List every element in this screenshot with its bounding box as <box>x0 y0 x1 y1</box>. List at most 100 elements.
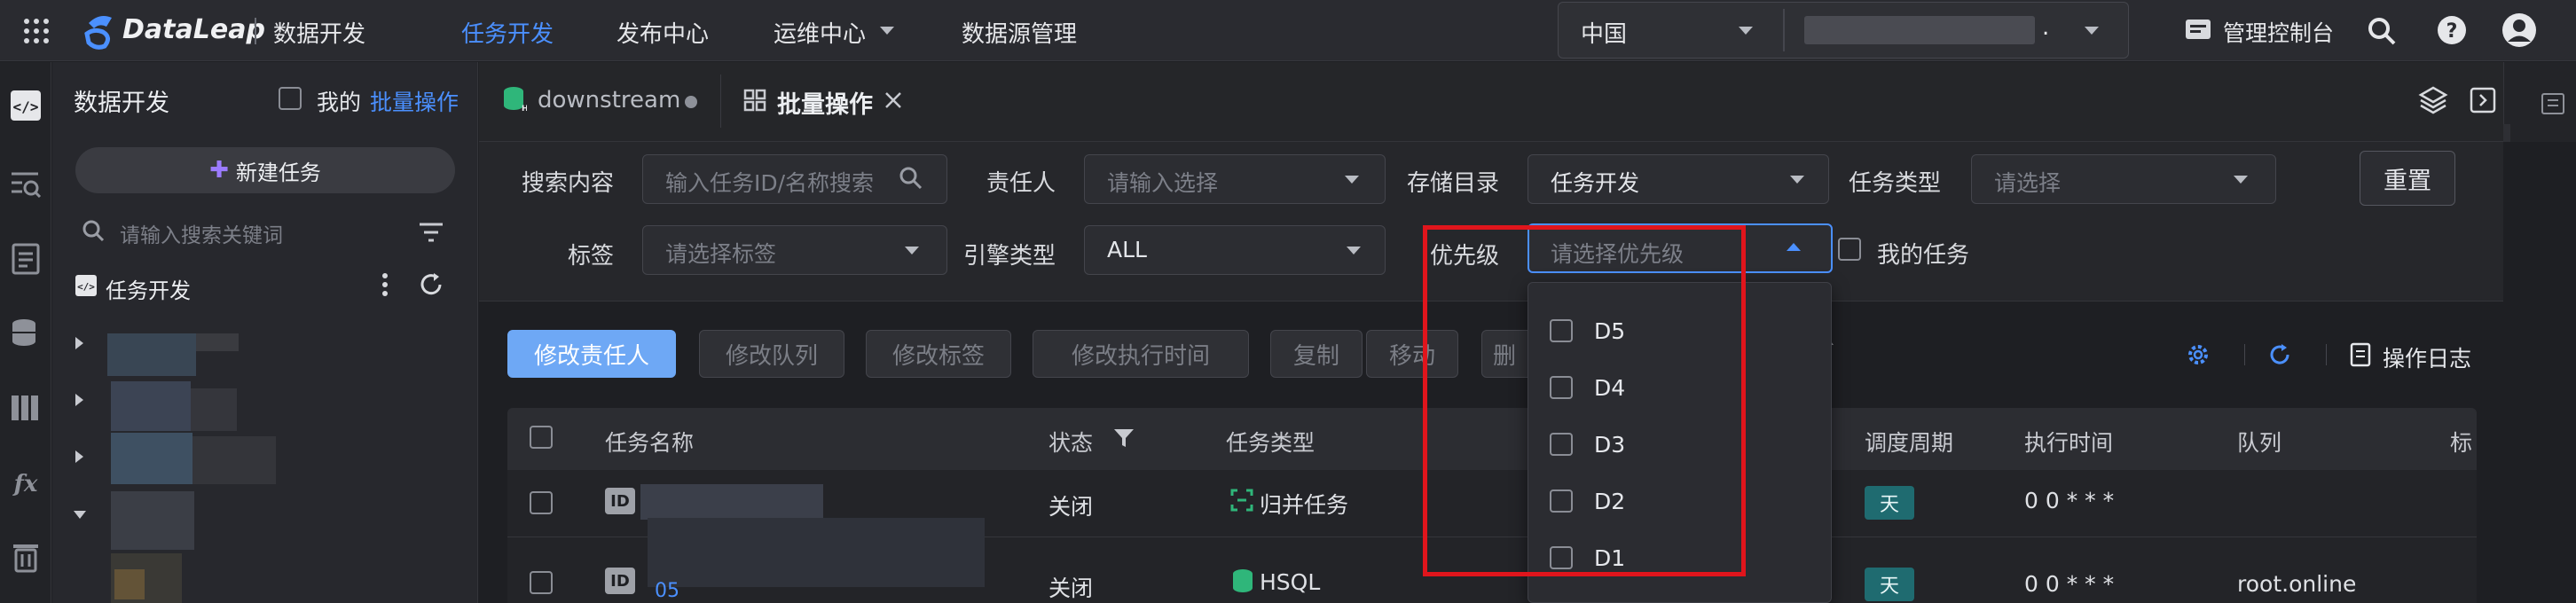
change-tag-button[interactable]: 修改标签 <box>866 330 1011 378</box>
brand-name: DataLeap <box>122 14 265 45</box>
action-divider <box>2326 344 2327 365</box>
owner-chevron-down-icon <box>1345 176 1359 184</box>
batch-operation-link[interactable]: 批量操作 <box>370 85 459 117</box>
brand-divider <box>255 18 256 44</box>
tab-downstream[interactable]: H downstream <box>479 62 720 142</box>
id-badge: ID <box>605 568 635 594</box>
collapse-panel-icon[interactable] <box>2470 87 2496 114</box>
account-redacted <box>1804 16 2035 44</box>
help-icon[interactable]: ? <box>2436 14 2468 46</box>
library-icon[interactable] <box>8 390 43 426</box>
row-checkbox[interactable] <box>530 571 553 594</box>
reset-button-label: 重置 <box>2384 167 2431 195</box>
tab-downstream-label: downstream <box>538 87 681 114</box>
refresh-icon[interactable] <box>418 271 444 298</box>
row-sub-id: 05 <box>655 580 679 602</box>
query-list-icon[interactable] <box>8 167 43 202</box>
row-task-type: 归并任务 <box>1260 492 1349 518</box>
left-rail: </> fx <box>0 62 51 603</box>
sidebar-search-input[interactable]: 请输入搜索关键词 <box>120 218 283 248</box>
redacted-task-name <box>640 484 823 520</box>
task-type-placeholder: 请选择 <box>1994 170 2062 196</box>
layers-icon[interactable] <box>2418 85 2448 115</box>
copy-button[interactable]: 复制 <box>1270 330 1363 378</box>
col-queue: 队列 <box>2237 430 2282 456</box>
tree-root-label[interactable]: 任务开发 <box>106 273 191 304</box>
region-select-value[interactable]: 中国 <box>1581 16 1627 49</box>
new-task-button[interactable]: ✚ 新建任务 <box>75 147 455 193</box>
product-name: 数据开发 <box>273 21 366 48</box>
more-vertical-icon[interactable] <box>381 271 389 298</box>
tab-separator <box>720 74 721 128</box>
region-divider <box>1783 9 1785 51</box>
table-refresh-icon[interactable] <box>2267 342 2292 367</box>
console-link[interactable]: 管理控制台 <box>2223 16 2334 48</box>
redacted-tree-items <box>102 326 297 603</box>
change-time-button[interactable]: 修改执行时间 <box>1033 330 1249 378</box>
brand-logo-icon <box>82 11 117 50</box>
filter-icon[interactable] <box>418 222 444 243</box>
avatar[interactable] <box>2501 12 2537 48</box>
status-filter-icon[interactable] <box>1112 427 1135 449</box>
dir-chevron-down-icon <box>1790 176 1804 184</box>
nav-release-center[interactable]: 发布中心 <box>617 16 709 49</box>
log-icon[interactable] <box>2349 342 2372 367</box>
row-checkbox[interactable] <box>530 491 553 514</box>
redacted-task-name <box>648 518 985 587</box>
account-chevron-down-icon[interactable] <box>2085 27 2099 35</box>
period-badge: 天 <box>1865 568 1914 601</box>
change-owner-button[interactable]: 修改责任人 <box>507 330 676 378</box>
tab-batch-operation[interactable]: 批量操作 <box>731 62 908 142</box>
recycle-bin-icon[interactable] <box>8 539 43 575</box>
search-icon[interactable] <box>2367 16 2397 46</box>
row-exec-time: 0 0 * * * <box>2024 488 2115 513</box>
row-status: 关闭 <box>1048 494 1094 520</box>
region-chevron-down-icon[interactable] <box>1739 27 1753 35</box>
operation-log-link[interactable]: 操作日志 <box>2383 341 2471 373</box>
reset-button[interactable]: 重置 <box>2360 151 2455 206</box>
hsql-db-icon <box>1231 568 1256 594</box>
console-icon[interactable] <box>2184 18 2212 43</box>
side-panel-toggle-icon[interactable] <box>2541 92 2565 115</box>
my-checkbox-label: 我的 <box>317 90 362 115</box>
col-status: 状态 <box>1048 430 1094 456</box>
highlight-annotation-box <box>1423 225 1746 576</box>
code-dev-icon[interactable]: </> <box>11 90 41 121</box>
ops-center-chevron-down-icon[interactable] <box>880 27 894 35</box>
search-input-icon <box>898 165 924 192</box>
change-queue-button[interactable]: 修改队列 <box>699 330 844 378</box>
app-grid-icon[interactable] <box>23 18 50 44</box>
col-schedule-period: 调度周期 <box>1865 430 1954 456</box>
account-select-value[interactable]: . <box>2042 14 2049 41</box>
unsaved-dot-icon <box>685 96 697 108</box>
row-task-type: HSQL <box>1260 569 1321 595</box>
tree-collapse-icon[interactable] <box>74 511 86 519</box>
svg-text:H: H <box>522 105 527 112</box>
tab-batch-operation-label: 批量操作 <box>777 91 873 119</box>
my-checkbox[interactable] <box>279 87 302 110</box>
nav-task-dev[interactable]: 任务开发 <box>461 16 554 49</box>
sidebar-search-icon <box>81 218 106 243</box>
settings-icon[interactable] <box>2186 342 2211 367</box>
task-type-label: 任务类型 <box>1849 170 1942 197</box>
tree-expand-icon[interactable] <box>75 450 83 463</box>
editor-tab-bar: H downstream 批量操作 <box>479 62 2576 142</box>
select-all-checkbox[interactable] <box>530 426 553 449</box>
function-icon[interactable]: fx <box>8 465 43 500</box>
engine-select-value: ALL <box>1107 237 1147 262</box>
dir-label: 存储目录 <box>1407 170 1500 197</box>
my-tasks-checkbox[interactable] <box>1838 238 1861 261</box>
priority-chevron-up-icon <box>1787 243 1801 251</box>
nav-ops-center[interactable]: 运维中心 <box>774 16 866 49</box>
tree-expand-icon[interactable] <box>75 337 83 349</box>
search-input-placeholder: 输入任务ID/名称搜索 <box>665 170 875 196</box>
row-queue: root.online <box>2237 571 2357 597</box>
nav-datasource[interactable]: 数据源管理 <box>962 16 1077 49</box>
document-icon[interactable] <box>8 241 43 277</box>
top-bar: DataLeap 数据开发 任务开发 发布中心 运维中心 数据源管理 中国 . … <box>0 0 2576 61</box>
database-icon[interactable] <box>8 316 43 351</box>
tree-expand-icon[interactable] <box>75 394 83 406</box>
svg-text:</>: </> <box>77 281 95 293</box>
close-icon[interactable] <box>884 90 903 110</box>
svg-text:fx: fx <box>12 471 38 497</box>
